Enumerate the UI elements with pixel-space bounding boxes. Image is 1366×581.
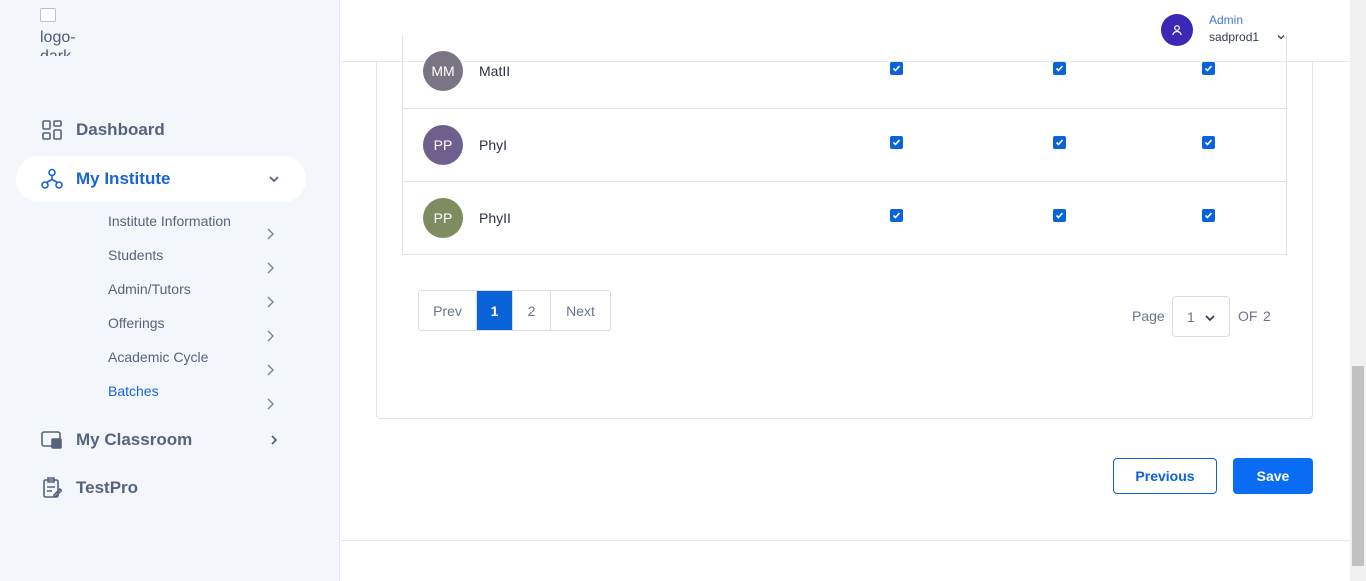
sidebar-subitem-offerings[interactable]: Offerings xyxy=(108,315,165,331)
save-button[interactable]: Save xyxy=(1233,458,1313,494)
table-row: PP PhyI xyxy=(402,109,1287,182)
sidebar-subitem-admin-tutors[interactable]: Admin/Tutors xyxy=(108,281,191,297)
institute-icon xyxy=(40,167,64,191)
pagination-prev-button[interactable]: Prev xyxy=(419,291,477,330)
pagination-next-button[interactable]: Next xyxy=(551,291,610,330)
checkmark-icon xyxy=(892,65,901,72)
chevron-right-icon xyxy=(267,228,274,240)
chevron-right-icon xyxy=(267,330,274,342)
logo-alt-text: logo-dark xyxy=(40,29,76,56)
scrollbar[interactable] xyxy=(1350,0,1366,581)
sidebar-subitem-batches[interactable]: Batches xyxy=(108,383,159,399)
row-name: PhyI xyxy=(479,137,508,153)
user-role: Admin xyxy=(1209,13,1244,27)
table-row: PP PhyII xyxy=(402,182,1287,255)
logo[interactable]: logo-dark xyxy=(40,8,90,56)
broken-image-icon xyxy=(40,8,56,22)
page-label: Page xyxy=(1132,308,1165,324)
row-avatar: MM xyxy=(423,51,463,91)
sidebar-item-dashboard[interactable]: Dashboard xyxy=(16,107,306,153)
row-checkbox[interactable] xyxy=(1053,209,1066,222)
sidebar-subitem-academic-cycle[interactable]: Academic Cycle xyxy=(108,349,208,365)
checkmark-icon xyxy=(1204,65,1213,72)
total-pages: 2 xyxy=(1263,308,1271,324)
table-row: MM MatII xyxy=(402,36,1287,109)
checkmark-icon xyxy=(1055,139,1064,146)
of-label: OF xyxy=(1238,308,1258,324)
chevron-right-icon xyxy=(267,364,274,376)
checkmark-icon xyxy=(1204,139,1213,146)
row-name: PhyII xyxy=(479,210,511,226)
sidebar-subitem-students[interactable]: Students xyxy=(108,247,163,263)
pagination-page-1[interactable]: 1 xyxy=(477,291,513,330)
row-checkbox[interactable] xyxy=(1202,136,1215,149)
pagination-page-2[interactable]: 2 xyxy=(513,291,551,330)
classroom-icon xyxy=(40,428,64,452)
page-select[interactable]: 1 xyxy=(1172,296,1230,337)
testpro-icon xyxy=(40,476,64,500)
sidebar-item-label: My Institute xyxy=(76,169,171,188)
checkmark-icon xyxy=(1204,212,1213,219)
previous-button[interactable]: Previous xyxy=(1113,458,1217,494)
sidebar-item-my-institute[interactable]: My Institute xyxy=(16,156,306,202)
row-checkbox[interactable] xyxy=(1202,209,1215,222)
row-checkbox[interactable] xyxy=(1053,136,1066,149)
row-checkbox[interactable] xyxy=(1053,62,1066,75)
sidebar-item-label: My Classroom xyxy=(76,430,193,449)
app: logo-dark Dashboard My Institute xyxy=(0,0,1366,581)
chevron-right-icon xyxy=(271,435,278,445)
sidebar-item-label: TestPro xyxy=(76,478,139,497)
row-checkbox[interactable] xyxy=(890,136,903,149)
sidebar-item-testpro[interactable]: TestPro xyxy=(16,465,306,511)
chevron-down-icon xyxy=(1205,315,1215,322)
chevron-right-icon xyxy=(267,296,274,308)
user-icon xyxy=(1172,25,1182,36)
page-select-value: 1 xyxy=(1187,309,1195,325)
dashboard-icon xyxy=(40,118,64,142)
scrollbar-thumb[interactable] xyxy=(1352,366,1364,566)
chevron-right-icon xyxy=(267,398,274,410)
pagination: Prev 1 2 Next xyxy=(418,290,611,331)
sidebar-item-my-classroom[interactable]: My Classroom xyxy=(16,417,306,463)
chevron-down-icon xyxy=(269,176,279,183)
checkmark-icon xyxy=(892,212,901,219)
row-avatar: PP xyxy=(423,125,463,165)
checkmark-icon xyxy=(1055,212,1064,219)
row-avatar: PP xyxy=(423,198,463,238)
checkmark-icon xyxy=(1055,65,1064,72)
row-checkbox[interactable] xyxy=(890,62,903,75)
footer-divider xyxy=(340,540,1350,541)
row-checkbox[interactable] xyxy=(1202,62,1215,75)
checkmark-icon xyxy=(892,139,901,146)
sidebar-subitem-institute-information[interactable]: Institute Information xyxy=(108,213,231,229)
sidebar-item-label: Dashboard xyxy=(76,120,165,139)
row-checkbox[interactable] xyxy=(890,209,903,222)
row-name: MatII xyxy=(479,63,511,79)
chevron-right-icon xyxy=(267,262,274,274)
sidebar: logo-dark Dashboard My Institute xyxy=(0,0,340,581)
